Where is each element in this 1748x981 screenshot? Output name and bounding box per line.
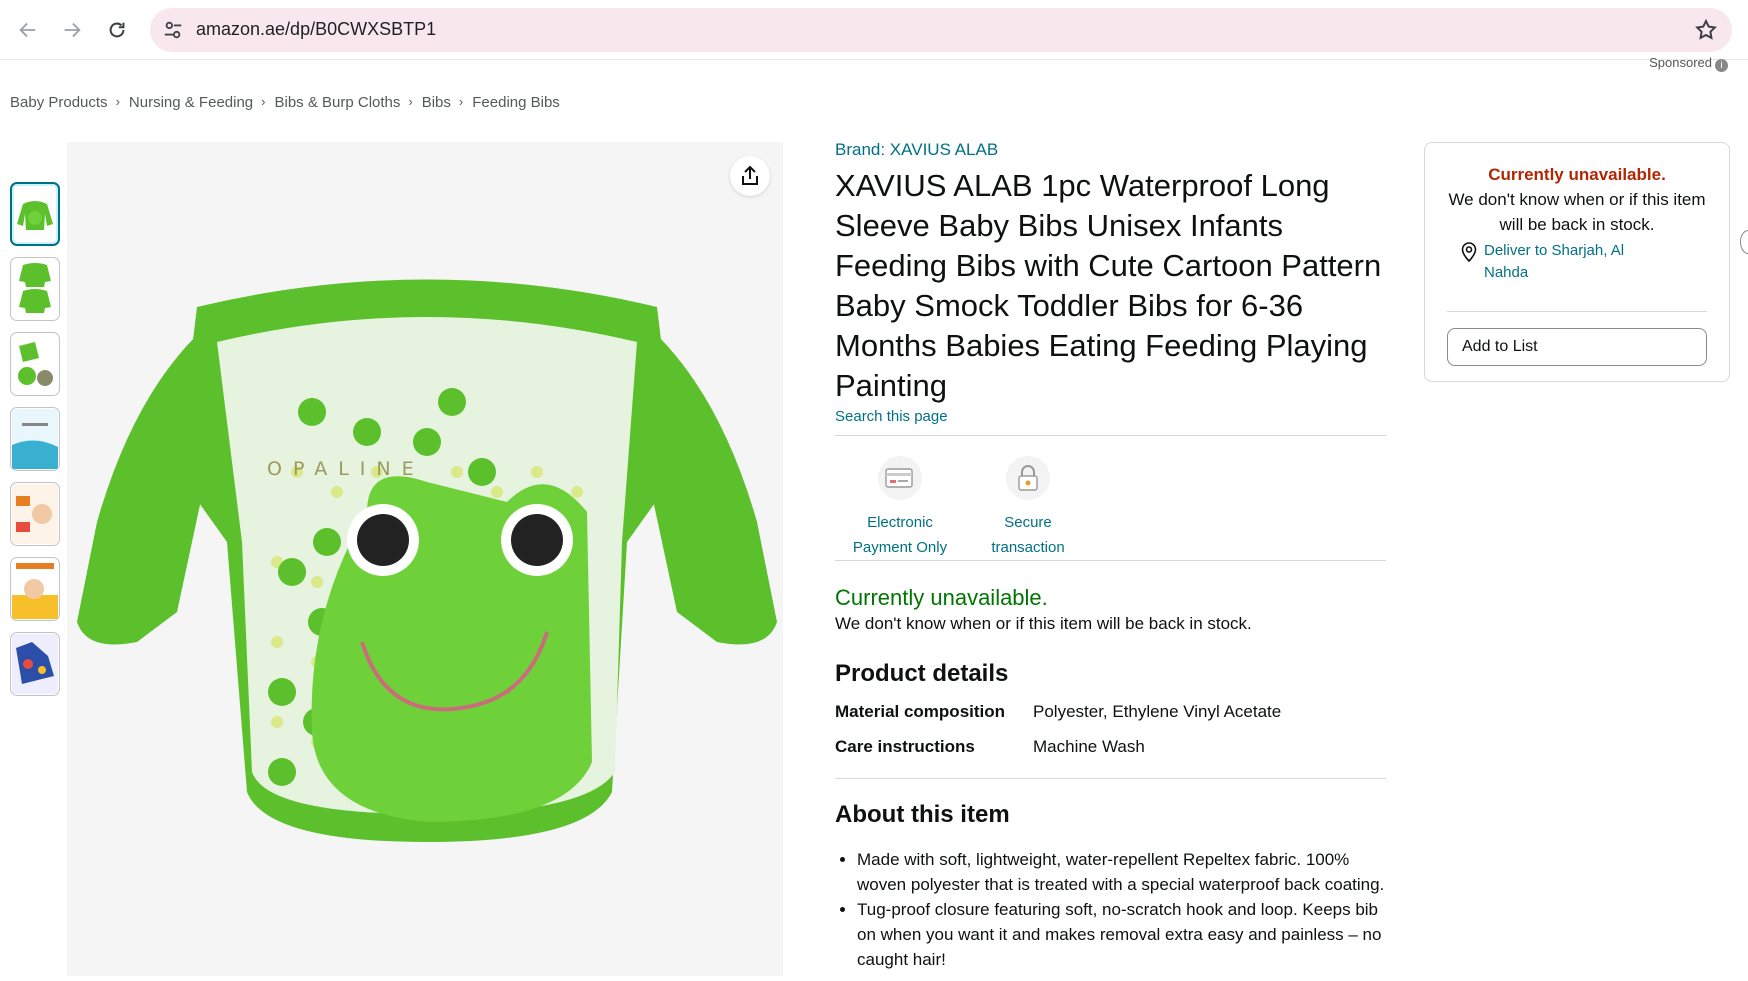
browser-toolbar: amazon.ae/dp/B0CWXSBTP1 [0, 0, 1748, 60]
detail-value: Machine Wash [1033, 737, 1145, 756]
share-button[interactable] [730, 156, 770, 196]
divider [1447, 311, 1707, 312]
thumbnail-4[interactable] [10, 407, 60, 471]
breadcrumb-item-bibs[interactable]: Bibs [422, 94, 451, 111]
badge-label: Electronic [867, 514, 933, 531]
brand-link[interactable]: Brand: XAVIUS ALAB [835, 140, 1386, 160]
card-payment-icon [878, 456, 922, 500]
breadcrumb: Baby Products › Nursing & Feeding › Bibs… [10, 94, 560, 111]
breadcrumb-separator: › [408, 94, 413, 109]
waterproof-thumbnail-icon [12, 409, 58, 469]
detail-key: Care instructions [835, 737, 975, 756]
search-this-page-link[interactable]: Search this page [835, 408, 1386, 425]
arrow-left-icon [19, 22, 36, 38]
product-details-heading: Product details [835, 660, 1009, 687]
breadcrumb-item-baby-products[interactable]: Baby Products [10, 94, 108, 111]
forward-button[interactable] [56, 14, 88, 46]
trust-badges: Electronic Payment Only Secure transacti… [835, 436, 1386, 560]
breadcrumb-item-nursing-feeding[interactable]: Nursing & Feeding [129, 94, 253, 111]
thumbnail-2[interactable] [10, 257, 60, 321]
badge-electronic-payment[interactable]: Electronic Payment Only [845, 456, 955, 560]
add-to-list-button[interactable]: Add to List [1447, 328, 1707, 366]
breadcrumb-item-bibs-burp-cloths[interactable]: Bibs & Burp Cloths [274, 94, 400, 111]
product-info: Brand: XAVIUS ALAB XAVIUS ALAB 1pc Water… [835, 140, 1386, 972]
detail-key: Material composition [835, 702, 1006, 721]
bib-product-image: OPALINE [77, 279, 777, 842]
divider [835, 778, 1386, 779]
list-item: Tug-proof closure featuring soft, no-scr… [857, 897, 1386, 972]
main-product-image[interactable]: OPALINE [67, 142, 783, 976]
site-settings-icon[interactable] [162, 19, 184, 41]
availability-status: Currently unavailable. [835, 585, 1048, 610]
bib-pattern-thumbnail-icon [12, 634, 58, 694]
badge-secure-transaction[interactable]: Secure transaction [973, 456, 1083, 560]
thumbnail-1[interactable] [10, 182, 60, 246]
breadcrumb-separator: › [115, 94, 120, 109]
badge-label: transaction [991, 539, 1065, 556]
badge-label: Secure [1004, 514, 1052, 531]
bib-thumbnail-icon [17, 201, 53, 230]
deliver-to-link[interactable]: Deliver to Sharjah, Al Nahda [1447, 240, 1707, 284]
bookmark-star-icon[interactable] [1694, 18, 1718, 42]
sponsored-label: Sponsored i [1649, 55, 1728, 72]
address-bar[interactable]: amazon.ae/dp/B0CWXSBTP1 [150, 8, 1732, 52]
about-heading: About this item [835, 801, 1010, 828]
thumbnail-7[interactable] [10, 632, 60, 696]
image-thumbnails [10, 182, 60, 707]
share-icon [742, 165, 758, 185]
detail-value: Polyester, Ethylene Vinyl Acetate [1033, 702, 1282, 721]
baby-thumbnail-icon [12, 559, 58, 619]
thumbnail-3[interactable] [10, 332, 60, 396]
buybox-unavailable: Currently unavailable. [1488, 165, 1666, 184]
buy-box: Currently unavailable. We don't know whe… [1424, 142, 1730, 382]
bib-thumbnail-icon [19, 263, 51, 313]
scroll-edge-indicator [1740, 230, 1748, 254]
breadcrumb-separator: › [458, 94, 464, 109]
about-bullets: Made with soft, lightweight, water-repel… [835, 847, 1386, 972]
divider [835, 560, 1386, 561]
product-title: XAVIUS ALAB 1pc Waterproof Long Sleeve B… [835, 168, 1382, 403]
list-item: Made with soft, lightweight, water-repel… [857, 847, 1386, 897]
breadcrumb-item-feeding-bibs[interactable]: Feeding Bibs [472, 94, 560, 111]
reload-button[interactable] [101, 14, 133, 46]
bib-thumbnail-icon [18, 342, 53, 386]
deliver-location[interactable]: Deliver to Sharjah, Al Nahda [1484, 240, 1654, 284]
lock-icon [1006, 456, 1050, 500]
location-pin-icon [1461, 242, 1477, 262]
thumbnail-6[interactable] [10, 557, 60, 621]
detail-row: Care instructions Machine Wash [835, 737, 1386, 772]
reload-icon [109, 22, 125, 38]
thumbnail-5[interactable] [10, 482, 60, 546]
buybox-message: We don't know when or if this item will … [1448, 190, 1706, 234]
info-icon[interactable]: i [1715, 59, 1728, 72]
product-details-table: Material composition Polyester, Ethylene… [835, 702, 1386, 772]
availability-message: We don't know when or if this item will … [835, 614, 1252, 633]
arrow-right-icon [64, 22, 81, 38]
detail-row: Material composition Polyester, Ethylene… [835, 702, 1386, 737]
back-button[interactable] [12, 14, 44, 46]
baby-thumbnail-icon [12, 484, 58, 544]
breadcrumb-separator: › [261, 94, 266, 109]
url-text[interactable]: amazon.ae/dp/B0CWXSBTP1 [196, 19, 436, 40]
badge-label: Payment Only [852, 539, 948, 556]
